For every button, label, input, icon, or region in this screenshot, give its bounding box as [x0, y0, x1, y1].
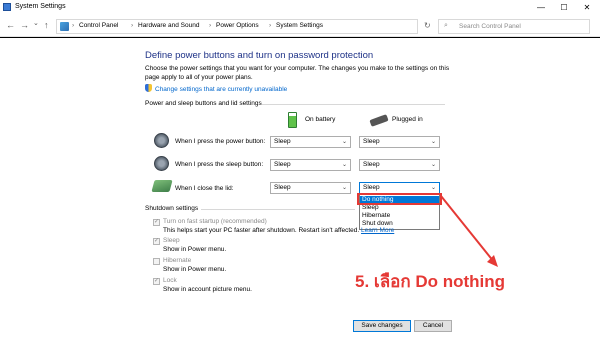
- search-icon: ⌕: [444, 22, 448, 29]
- back-button[interactable]: ←: [6, 20, 15, 30]
- address-row: ← → ⌄ ↑ › Control Panel › Hardware and S…: [0, 15, 600, 37]
- select-value: Sleep: [363, 138, 380, 145]
- option-hibernate[interactable]: Hibernate: [360, 212, 439, 220]
- shutdown-section-label: Shutdown settings: [145, 205, 199, 212]
- laptop-lid-icon: [151, 180, 173, 192]
- control-panel-icon: [60, 22, 69, 31]
- search-input[interactable]: ⌕ Search Control Panel: [438, 19, 590, 34]
- chevron-down-icon: ⌄: [341, 139, 347, 145]
- refresh-icon[interactable]: ↻: [424, 21, 431, 30]
- hibernate-description: Show in Power menu.: [163, 266, 227, 273]
- power-button-label: When I press the power button:: [175, 138, 266, 145]
- lock-checkbox[interactable]: ✓: [153, 278, 160, 285]
- breadcrumb-power-options[interactable]: Power Options: [216, 22, 259, 29]
- sleep-checkbox[interactable]: ✓: [153, 238, 160, 245]
- power-button-icon: [154, 133, 169, 148]
- select-value: Sleep: [274, 138, 291, 145]
- breadcrumb-separator: ›: [72, 22, 75, 29]
- fast-startup-description: This helps start your PC faster after sh…: [163, 227, 394, 234]
- power-section-label: Power and sleep buttons and lid settings: [145, 100, 262, 107]
- chevron-down-icon: ⌄: [341, 185, 347, 191]
- highlight-box: [357, 193, 442, 205]
- sleep-description: Show in Power menu.: [163, 246, 227, 253]
- chevron-down-icon: ⌄: [341, 162, 347, 168]
- title-bar: System Settings — ☐ ✕: [0, 0, 600, 15]
- select-value: Sleep: [363, 184, 380, 191]
- power-button-plugged-select[interactable]: Sleep ⌄: [359, 136, 440, 148]
- breadcrumb-separator: ›: [131, 22, 134, 29]
- page-description: Choose the power settings that you want …: [145, 65, 450, 81]
- sleep-button-battery-select[interactable]: Sleep ⌄: [270, 159, 351, 171]
- chevron-down-icon: ⌄: [430, 185, 436, 191]
- plugged-in-header: Plugged in: [392, 116, 423, 123]
- section-divider: [201, 209, 355, 210]
- on-battery-header: On battery: [305, 116, 336, 123]
- up-button[interactable]: ↑: [44, 20, 49, 30]
- hibernate-checkbox[interactable]: [153, 258, 160, 265]
- section-divider: [262, 104, 445, 105]
- select-value: Sleep: [274, 161, 291, 168]
- breadcrumb-separator: ›: [269, 22, 272, 29]
- select-value: Sleep: [363, 161, 380, 168]
- annotation-text: 5. เลือก Do nothing: [355, 272, 506, 291]
- breadcrumb-system-settings[interactable]: System Settings: [276, 22, 323, 29]
- sleep-button-icon: [154, 156, 169, 171]
- search-placeholder: Search Control Panel: [459, 23, 521, 30]
- page-title: Define power buttons and turn on passwor…: [145, 50, 374, 61]
- power-button-battery-select[interactable]: Sleep ⌄: [270, 136, 351, 148]
- breadcrumb-separator: ›: [209, 22, 212, 29]
- lock-label: Lock: [163, 277, 177, 284]
- minimize-button[interactable]: —: [530, 0, 552, 15]
- app-icon: [3, 3, 11, 11]
- close-button[interactable]: ✕: [576, 0, 598, 15]
- fast-startup-checkbox[interactable]: ✓: [153, 219, 160, 226]
- maximize-button[interactable]: ☐: [553, 0, 575, 15]
- sleep-button-label: When I press the sleep button:: [175, 161, 264, 168]
- fast-startup-description-text: This helps start your PC faster after sh…: [163, 227, 360, 234]
- lock-description: Show in account picture menu.: [163, 286, 252, 293]
- address-bar[interactable]: › Control Panel › Hardware and Sound › P…: [56, 19, 464, 34]
- select-value: Sleep: [274, 184, 291, 191]
- shield-icon: [145, 84, 152, 92]
- save-changes-button[interactable]: Save changes: [353, 320, 411, 332]
- fast-startup-label: Turn on fast startup (recommended): [163, 218, 267, 225]
- chevron-down-icon: ⌄: [430, 139, 436, 145]
- breadcrumb-control-panel[interactable]: Control Panel: [79, 22, 118, 29]
- recent-locations-button[interactable]: ⌄: [33, 19, 39, 27]
- hibernate-label: Hibernate: [163, 257, 192, 264]
- sleep-button-plugged-select[interactable]: Sleep ⌄: [359, 159, 440, 171]
- change-settings-link[interactable]: Change settings that are currently unava…: [155, 86, 287, 93]
- close-lid-battery-select[interactable]: Sleep ⌄: [270, 182, 351, 194]
- sleep-label: Sleep: [163, 237, 180, 244]
- learn-more-link[interactable]: Learn More: [361, 227, 394, 234]
- cancel-button[interactable]: Cancel: [414, 320, 452, 332]
- chevron-down-icon: ⌄: [430, 162, 436, 168]
- change-settings-row[interactable]: Change settings that are currently unava…: [145, 84, 287, 93]
- battery-icon: [288, 112, 297, 128]
- window-title: System Settings: [15, 3, 66, 10]
- forward-button[interactable]: →: [20, 20, 29, 30]
- close-lid-label: When I close the lid:: [175, 185, 234, 192]
- breadcrumb-hardware-and-sound[interactable]: Hardware and Sound: [138, 22, 199, 29]
- option-sleep[interactable]: Sleep: [360, 204, 439, 212]
